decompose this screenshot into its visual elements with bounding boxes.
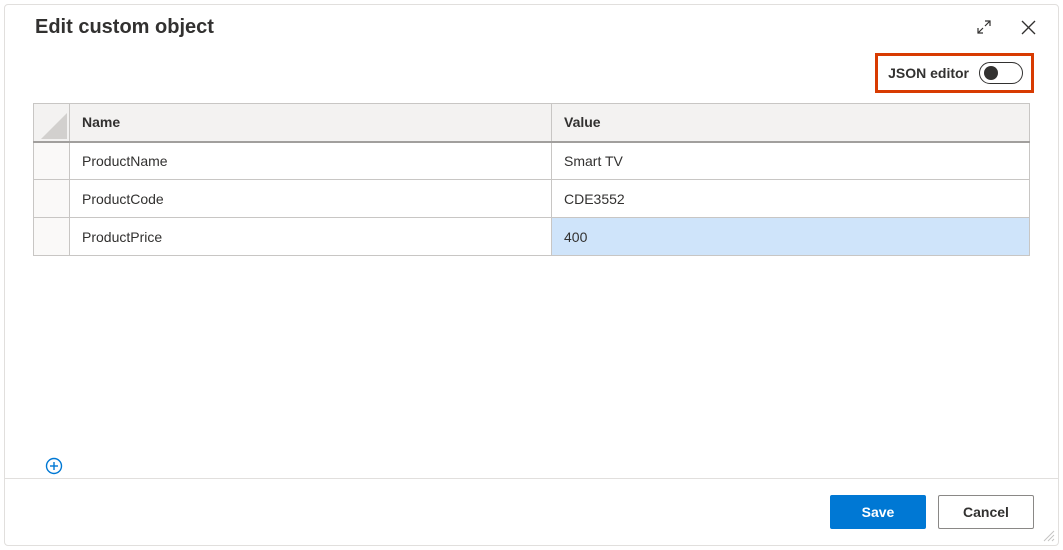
- add-row-area: [33, 449, 1030, 478]
- edit-custom-object-dialog: Edit custom object JSON editor: [4, 4, 1059, 546]
- table-row: ProductNameSmart TV: [34, 142, 1030, 180]
- json-editor-highlight: JSON editor: [875, 53, 1034, 93]
- column-header-value[interactable]: Value: [552, 104, 1030, 142]
- dialog-footer: Save Cancel: [5, 478, 1058, 545]
- json-editor-label: JSON editor: [888, 65, 969, 81]
- toggle-knob: [984, 66, 998, 80]
- close-icon[interactable]: [1016, 15, 1040, 39]
- resize-grip-icon[interactable]: [1041, 528, 1055, 542]
- dialog-body: Name Value ProductNameSmart TVProductCod…: [5, 101, 1058, 478]
- header-icons: [972, 15, 1040, 39]
- cell-name[interactable]: ProductCode: [70, 180, 552, 218]
- json-editor-toggle[interactable]: [979, 62, 1023, 84]
- save-button[interactable]: Save: [830, 495, 926, 529]
- add-row-icon[interactable]: [45, 457, 63, 475]
- json-editor-toggle-row: JSON editor: [5, 43, 1058, 101]
- cancel-button[interactable]: Cancel: [938, 495, 1034, 529]
- dialog-title: Edit custom object: [35, 16, 972, 39]
- expand-icon[interactable]: [972, 15, 996, 39]
- select-all-corner[interactable]: [34, 104, 70, 142]
- dialog-header: Edit custom object: [5, 5, 1058, 43]
- row-handle[interactable]: [34, 218, 70, 256]
- row-handle[interactable]: [34, 180, 70, 218]
- properties-table: Name Value ProductNameSmart TVProductCod…: [33, 103, 1030, 256]
- cell-value[interactable]: Smart TV: [552, 142, 1030, 180]
- table-row: ProductCodeCDE3552: [34, 180, 1030, 218]
- table-header-row: Name Value: [34, 104, 1030, 142]
- column-header-name[interactable]: Name: [70, 104, 552, 142]
- corner-triangle-icon: [41, 113, 67, 139]
- row-handle[interactable]: [34, 142, 70, 180]
- cell-name[interactable]: ProductPrice: [70, 218, 552, 256]
- table-empty-space: [33, 256, 1030, 449]
- cell-value[interactable]: 400: [552, 218, 1030, 256]
- table-row: ProductPrice400: [34, 218, 1030, 256]
- cell-name[interactable]: ProductName: [70, 142, 552, 180]
- cell-value[interactable]: CDE3552: [552, 180, 1030, 218]
